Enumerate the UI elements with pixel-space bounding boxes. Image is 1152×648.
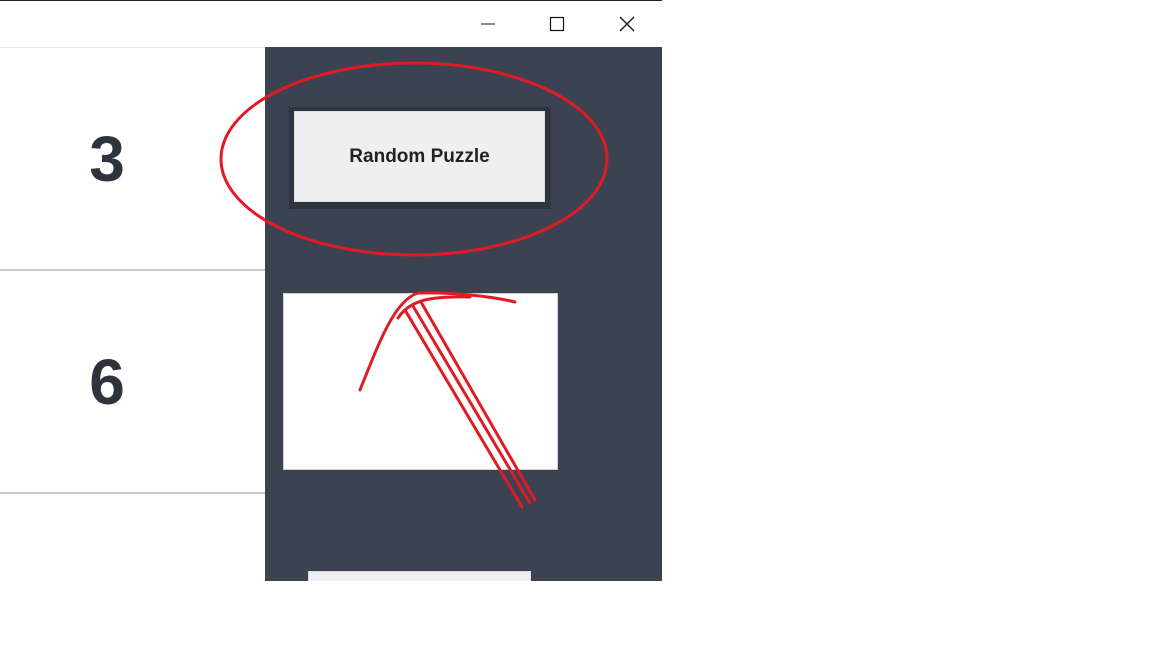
puzzle-grid: 3 6 9 xyxy=(0,48,265,581)
cell-value: 6 xyxy=(89,346,125,418)
minimize-icon xyxy=(481,23,495,25)
grid-cell[interactable]: 6 xyxy=(0,271,265,493)
grid-cell[interactable]: 9 xyxy=(0,494,265,581)
minimize-button[interactable] xyxy=(465,2,511,46)
maximize-icon xyxy=(549,16,565,32)
title-bar xyxy=(0,1,662,47)
close-icon xyxy=(619,16,635,32)
app-window: 3 6 9 Random Puzzle xyxy=(0,0,662,581)
cell-value: 9 xyxy=(70,573,144,581)
random-puzzle-button[interactable]: Random Puzzle xyxy=(294,111,545,202)
maximize-button[interactable] xyxy=(534,2,580,46)
cell-value: 3 xyxy=(89,123,125,195)
secondary-button[interactable] xyxy=(308,571,531,581)
close-button[interactable] xyxy=(604,2,650,46)
status-display-box xyxy=(283,293,558,470)
grid-cell[interactable]: 3 xyxy=(0,48,265,270)
